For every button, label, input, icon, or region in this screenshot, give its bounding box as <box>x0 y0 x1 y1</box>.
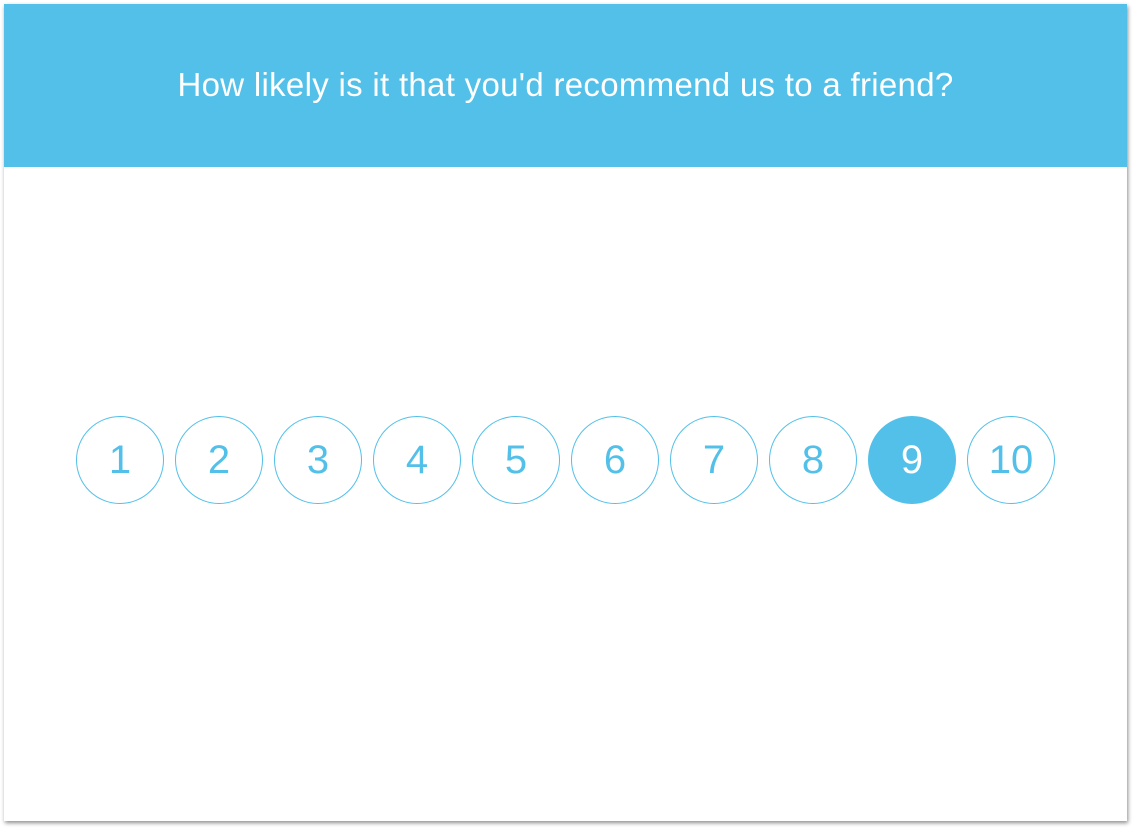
rating-option-10[interactable]: 10 <box>967 416 1055 504</box>
rating-option-8[interactable]: 8 <box>769 416 857 504</box>
rating-option-2[interactable]: 2 <box>175 416 263 504</box>
rating-option-3[interactable]: 3 <box>274 416 362 504</box>
survey-header: How likely is it that you'd recommend us… <box>4 4 1127 167</box>
rating-option-9[interactable]: 9 <box>868 416 956 504</box>
rating-option-7[interactable]: 7 <box>670 416 758 504</box>
survey-card: How likely is it that you'd recommend us… <box>4 4 1127 821</box>
rating-option-6[interactable]: 6 <box>571 416 659 504</box>
rating-option-1[interactable]: 1 <box>76 416 164 504</box>
rating-scale: 1 2 3 4 5 6 7 8 9 10 <box>76 416 1056 506</box>
rating-option-4[interactable]: 4 <box>373 416 461 504</box>
rating-option-5[interactable]: 5 <box>472 416 560 504</box>
survey-question: How likely is it that you'd recommend us… <box>177 65 954 103</box>
